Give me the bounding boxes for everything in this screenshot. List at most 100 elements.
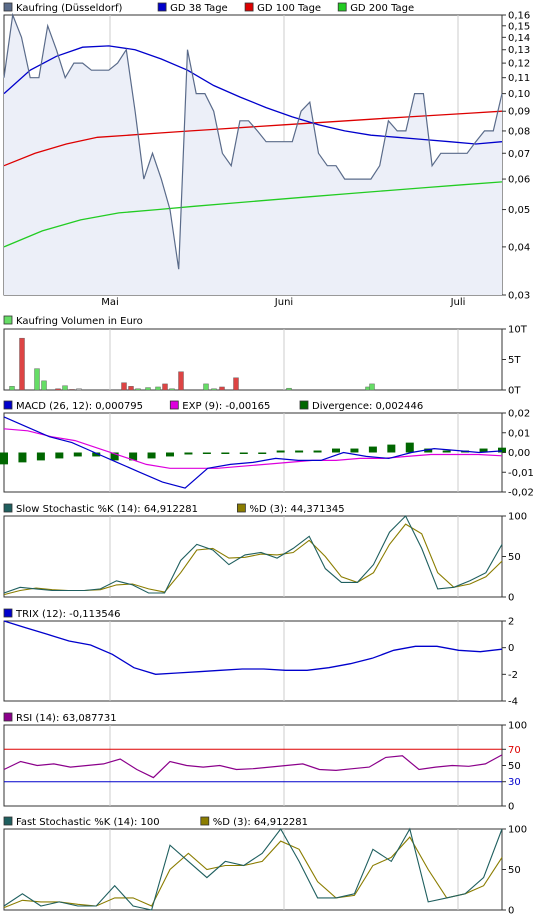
divergence-bar <box>258 452 267 454</box>
divergence-bar <box>498 447 506 453</box>
slowsto-tick-label: 50 <box>508 552 521 563</box>
rsi-legend-label: RSI (14): 63,087731 <box>16 713 117 724</box>
volume-bar <box>203 383 209 391</box>
price-tick-label: 0,05 <box>508 205 530 216</box>
volume-bar <box>369 383 375 391</box>
macd-legend-label: Divergence: 0,002446 <box>312 401 423 412</box>
price-legend-swatch <box>3 2 13 12</box>
faststo-legend-label: Fast Stochastic %K (14): 100 <box>16 817 160 828</box>
volume-bar <box>41 380 47 391</box>
divergence-bar <box>276 450 285 453</box>
price-tick-label: 0,07 <box>508 149 530 160</box>
macd-tick-label: -0,02 <box>508 488 534 499</box>
macd-legend-swatch <box>3 400 13 410</box>
macd-tick-label: 0,01 <box>508 428 530 439</box>
macd-legend-label: MACD (26, 12): 0,000795 <box>16 401 143 412</box>
price-legend-swatch <box>157 2 167 12</box>
volume-bar <box>169 388 175 391</box>
volume-bar <box>62 385 68 391</box>
price-tick-label: 0,12 <box>508 59 530 70</box>
volume-bar <box>128 386 134 391</box>
divergence-bar <box>239 452 248 454</box>
volume-bar <box>69 389 75 391</box>
divergence-bar <box>295 450 304 453</box>
volume-bar <box>145 387 151 391</box>
volume-bar <box>121 382 127 391</box>
faststo-legend-swatch <box>200 816 210 826</box>
month-label: Juli <box>450 297 466 308</box>
volume-legend-swatch <box>3 315 13 325</box>
volume-bar <box>9 386 15 391</box>
faststo-legend-label: %D (3): 64,912281 <box>213 817 308 828</box>
divergence-bar <box>55 452 64 459</box>
volume-bar <box>55 388 61 391</box>
faststo-tick-label: 50 <box>508 865 521 876</box>
price-tick-label: 0,04 <box>508 242 530 253</box>
volume-tick-label: 10T <box>508 325 528 336</box>
month-label: Juni <box>274 297 293 308</box>
volume-bar <box>34 368 40 391</box>
price-tick-label: 0,15 <box>508 21 530 32</box>
macd-legend-swatch <box>299 400 309 410</box>
divergence-bar <box>202 452 211 454</box>
price-tick-label: 0,08 <box>508 126 530 137</box>
price-tick-label: 0,06 <box>508 175 530 186</box>
volume-bar <box>135 388 141 391</box>
divergence-bar <box>405 442 414 453</box>
volume-bar <box>211 388 217 391</box>
price-tick-label: 0,10 <box>508 89 530 100</box>
divergence-bar <box>147 452 156 459</box>
divergence-bar <box>36 452 45 461</box>
price-tick-label: 0,11 <box>508 73 530 84</box>
macd-tick-label: 0,02 <box>508 409 530 420</box>
slowsto-legend-label: Slow Stochastic %K (14): 64,912281 <box>16 504 198 515</box>
price-tick-label: 0,03 <box>508 291 530 302</box>
trix-tick-label: 2 <box>508 617 514 628</box>
price-legend-label: GD 38 Tage <box>170 3 228 14</box>
divergence-bar <box>73 452 82 457</box>
volume-bar <box>155 386 161 391</box>
divergence-bar <box>313 450 322 453</box>
faststo-legend-swatch <box>3 816 13 826</box>
trix-tick-label: -2 <box>508 670 518 681</box>
faststo-tick-label: 0 <box>508 906 514 917</box>
volume-bar <box>233 377 239 391</box>
rsi-legend-swatch <box>3 712 13 722</box>
rsi-tick-label: 50 <box>508 761 521 772</box>
volume-bar <box>178 371 184 391</box>
volume-tick-label: 0T <box>508 386 521 397</box>
macd-legend-label: EXP (9): -0,00165 <box>182 401 270 412</box>
divergence-bar <box>221 452 230 454</box>
price-legend-label: GD 200 Tage <box>350 3 414 14</box>
month-label: Mai <box>101 297 119 308</box>
volume-tick-label: 5T <box>508 355 521 366</box>
volume-bar <box>219 386 225 391</box>
divergence-bar <box>368 446 377 453</box>
macd-tick-label: 0,00 <box>508 448 530 459</box>
slowsto-legend-swatch <box>3 503 13 513</box>
rsi-tick-label: 0 <box>508 802 514 813</box>
price-legend-swatch <box>244 2 254 12</box>
chart-stage: 0,16 0,15 0,14 0,13 0,12 0,11 0,10 0,09 0,08 0,07… <box>0 0 545 918</box>
macd-tick-label: -0,01 <box>508 468 534 479</box>
faststo-tick-label: 100 <box>508 825 527 836</box>
volume-bar <box>286 387 292 391</box>
divergence-bar <box>18 452 27 463</box>
volume-bar <box>19 337 25 391</box>
volume-bar <box>162 383 168 391</box>
slowsto-tick-label: 100 <box>508 512 527 523</box>
trix-legend-label: TRIX (12): -0,113546 <box>15 609 120 620</box>
slowsto-legend-swatch <box>236 503 246 513</box>
volume-legend-label: Kaufring Volumen in Euro <box>16 316 143 327</box>
trix-tick-label: 0 <box>508 643 514 654</box>
price-tick-label: 0,14 <box>508 33 530 44</box>
price-tick-label: 0,16 <box>508 11 530 22</box>
rsi-tick-label: 30 <box>508 777 521 788</box>
rsi-tick-label: 70 <box>508 745 521 756</box>
price-legend-label: GD 100 Tage <box>257 3 321 14</box>
divergence-bar <box>350 448 359 453</box>
trix-tick-label: -4 <box>508 697 518 708</box>
divergence-bar <box>332 448 340 453</box>
price-tick-label: 0,13 <box>508 45 530 56</box>
trix-legend-swatch <box>3 608 13 618</box>
